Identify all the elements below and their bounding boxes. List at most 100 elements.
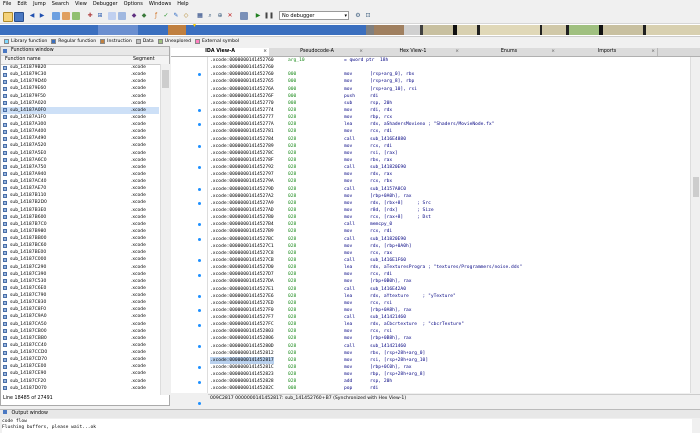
search-icon[interactable]: ⌕ bbox=[206, 12, 214, 20]
functions-scrollbar[interactable] bbox=[160, 64, 170, 395]
breakpoint-dot-icon[interactable] bbox=[198, 402, 201, 406]
tab-pseudocode-a[interactable]: Pseudocode-A × bbox=[269, 48, 366, 56]
breakpoint-dot-icon[interactable] bbox=[198, 273, 201, 277]
function-row[interactable]: sub_14187C000 .xcode bbox=[1, 256, 159, 263]
menu-item-options[interactable]: Options bbox=[121, 0, 146, 9]
graph-icon[interactable] bbox=[72, 12, 80, 20]
code-line[interactable]: .xcode:00000001414527C1 028 mov rdx, [rbp+0… bbox=[208, 243, 690, 250]
breakpoint-dot-icon[interactable] bbox=[198, 187, 201, 191]
function-row[interactable]: sub_14187C9A0 .xcode bbox=[1, 313, 159, 320]
data-icon[interactable] bbox=[108, 12, 116, 20]
function-row[interactable]: sub_14187CE90 .xcode bbox=[1, 370, 159, 377]
function-row[interactable]: sub_14187CCD0 .xcode bbox=[1, 349, 159, 356]
navigation-band[interactable] bbox=[0, 24, 700, 37]
code-line[interactable]: .xcode:000000014145278F 028 mov rbx, rax bbox=[208, 157, 690, 164]
function-row[interactable]: sub_14187A520 .xcode bbox=[1, 142, 159, 149]
open-icon[interactable] bbox=[3, 12, 13, 22]
save-icon[interactable] bbox=[14, 12, 24, 22]
function-row[interactable]: sub_14187C830 .xcode bbox=[1, 299, 159, 306]
code-line[interactable]: .xcode:00000001414527CB 028 call sub_1416E1… bbox=[208, 257, 690, 264]
code-line[interactable]: .xcode:000000014145277A 028 lea rdx, aShade… bbox=[208, 121, 690, 128]
function-row[interactable]: sub_14187A750 .xcode bbox=[1, 164, 159, 171]
output-window-title-bar[interactable]: Output window bbox=[0, 409, 700, 418]
code-line[interactable]: .xcode:000000014145281C 028 mov [rbp+0C0h],… bbox=[208, 364, 690, 371]
code-line[interactable]: .xcode:0000000141452784 028 call sub_1416E4… bbox=[208, 136, 690, 143]
menu-item-file[interactable]: File bbox=[0, 0, 14, 9]
enum-icon[interactable]: ◆ bbox=[140, 12, 148, 20]
column-header-function-name[interactable]: Function name bbox=[5, 56, 41, 64]
functions-window-title-bar[interactable]: Functions window bbox=[1, 47, 169, 56]
code-line[interactable]: .xcode:0000000141452760 000 mov [rsp+arg_0]… bbox=[208, 71, 690, 78]
name-icon[interactable]: ✎ bbox=[172, 12, 180, 20]
function-row[interactable]: sub_14187BE00 .xcode bbox=[1, 249, 159, 256]
breakpoint-dot-icon[interactable] bbox=[198, 223, 201, 227]
code-line[interactable]: .xcode:0000000141452812 028 mov rbx, [rsp+2… bbox=[208, 350, 690, 357]
function-row[interactable]: sub_141879E60 .xcode bbox=[1, 85, 159, 92]
code-icon[interactable] bbox=[118, 12, 126, 20]
function-row[interactable]: sub_14187BB00 .xcode bbox=[1, 235, 159, 242]
disassembly-scrollbar[interactable] bbox=[690, 57, 700, 393]
code-line[interactable]: .xcode:00000001414527ED 028 mov rcx, rsi bbox=[208, 300, 690, 307]
code-line[interactable]: .xcode:0000000141452806 028 mov [rbp+0B8h],… bbox=[208, 335, 690, 342]
breakpoint-dot-icon[interactable] bbox=[198, 109, 201, 113]
scrollbar-thumb[interactable] bbox=[693, 177, 699, 197]
scrollbar-thumb[interactable] bbox=[162, 70, 169, 88]
function-row[interactable]: sub_14187AE70 .xcode bbox=[1, 185, 159, 192]
function-row[interactable]: sub_14187B2D0 .xcode bbox=[1, 199, 159, 206]
code-line[interactable]: .xcode:0000000141452781 028 mov rcx, rdi bbox=[208, 128, 690, 135]
code-line[interactable]: .xcode:00000001414527AD 028 mov r8d, [rdx] … bbox=[208, 207, 690, 214]
back-icon[interactable]: ◀ bbox=[28, 12, 36, 20]
breakpoint-dot-icon[interactable] bbox=[198, 323, 201, 327]
code-line[interactable]: .xcode:0000000141452789 028 mov rcx, rdi bbox=[208, 143, 690, 150]
breakpoint-dot-icon[interactable] bbox=[198, 123, 201, 127]
code-line[interactable]: .xcode:00000001414527A2 028 mov [rbp+0A0h],… bbox=[208, 193, 690, 200]
menu-item-view[interactable]: View bbox=[72, 0, 90, 9]
code-line[interactable]: .xcode:0000000141452770 008 sub rsp, 20h bbox=[208, 100, 690, 107]
breakpoint-dot-icon[interactable] bbox=[198, 259, 201, 263]
tab-ida-view-a[interactable]: IDA View-A × bbox=[171, 48, 270, 56]
pause-icon[interactable]: ❚❚ bbox=[264, 12, 274, 20]
function-row[interactable]: sub_14187C390 .xcode bbox=[1, 271, 159, 278]
code-line[interactable]: .xcode:00000001414527F7 028 call sub_141421… bbox=[208, 314, 690, 321]
code-line[interactable]: .xcode:00000001414527B0 028 mov rcx, [rax+8… bbox=[208, 214, 690, 221]
function-row[interactable]: sub_14187BC60 .xcode bbox=[1, 242, 159, 249]
close-icon[interactable]: × bbox=[359, 48, 363, 56]
debugger-select[interactable]: No debugger ▾ bbox=[279, 11, 349, 20]
function-row[interactable]: sub_14187B7C0 .xcode bbox=[1, 221, 159, 228]
code-line[interactable]: .xcode:00000001414527A9 028 mov rdx, [rbx+8… bbox=[208, 200, 690, 207]
code-line[interactable]: .xcode:00000001414527FC 028 lea rdx, aCbcrt… bbox=[208, 321, 690, 328]
function-icon[interactable]: ƒ bbox=[152, 12, 160, 20]
struct-icon[interactable]: ◆ bbox=[130, 12, 138, 20]
function-row[interactable]: sub_14187B110 .xcode bbox=[1, 192, 159, 199]
run-icon[interactable]: ▶ bbox=[254, 12, 262, 20]
code-line[interactable]: .xcode:00000001414527D7 028 mov rcx, rdi bbox=[208, 271, 690, 278]
breakpoint-dot-icon[interactable] bbox=[198, 309, 201, 313]
menu-item-search[interactable]: Search bbox=[49, 0, 72, 9]
code-line[interactable]: .xcode:00000001414527BC 028 call sub_141820… bbox=[208, 236, 690, 243]
close-icon[interactable]: × bbox=[455, 48, 459, 56]
find-icon[interactable]: ⊕ bbox=[216, 12, 224, 20]
hex-icon[interactable]: ✚ bbox=[86, 12, 94, 20]
function-row[interactable]: sub_14187A1F0 .xcode bbox=[1, 114, 159, 121]
code-line[interactable]: .xcode:0000000141452828 028 add rsp, 20h bbox=[208, 378, 690, 385]
disassembly-view[interactable]: .xcode:0000000141452760 arg_10 = qword ptr… bbox=[208, 57, 690, 393]
code-line[interactable]: .xcode:00000001414527D0 028 lea rdx, aTextu… bbox=[208, 264, 690, 271]
close-icon[interactable]: × bbox=[651, 48, 655, 56]
code-line[interactable]: .xcode:00000001414527E1 028 call sub_1416E4… bbox=[208, 286, 690, 293]
code-line[interactable]: .xcode:000000014145279D 028 call sub_14157A… bbox=[208, 186, 690, 193]
function-row[interactable]: sub_14187A6C0 .xcode bbox=[1, 157, 159, 164]
code-line[interactable]: .xcode:00000001414527C8 028 mov rcx, rax bbox=[208, 250, 690, 257]
function-row[interactable]: sub_14187A5E0 .xcode bbox=[1, 150, 159, 157]
function-row[interactable]: sub_14187CF20 .xcode bbox=[1, 378, 159, 385]
list-icon[interactable] bbox=[62, 12, 70, 20]
function-row[interactable]: sub_14187C290 .xcode bbox=[1, 264, 159, 271]
menu-item-jump[interactable]: Jump bbox=[30, 0, 49, 9]
function-row[interactable]: sub_14187CB00 .xcode bbox=[1, 328, 159, 335]
code-line[interactable]: .xcode:000000014145282C 008 pop rdi bbox=[208, 385, 690, 392]
close-icon[interactable]: ✕ bbox=[226, 12, 234, 20]
menu-item-windows[interactable]: Windows bbox=[146, 0, 174, 9]
function-row[interactable]: sub_14187CC40 .xcode bbox=[1, 342, 159, 349]
code-line[interactable]: .xcode:00000001414527B4 028 call memcpy_0 bbox=[208, 221, 690, 228]
array-icon[interactable]: ▦ bbox=[196, 12, 204, 20]
debugger-options-icon[interactable]: ⚙ bbox=[354, 12, 362, 20]
